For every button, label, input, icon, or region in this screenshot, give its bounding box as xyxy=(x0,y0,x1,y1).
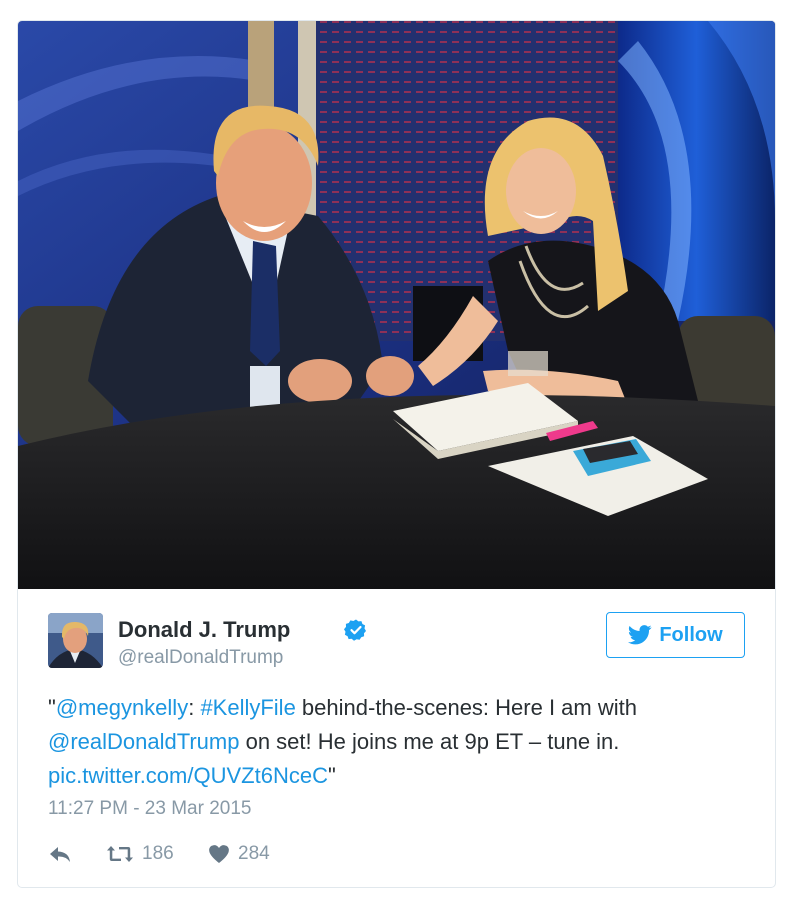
tweet-card: Donald J. Trump @realDonaldTrump Follow … xyxy=(17,20,776,888)
retweet-icon xyxy=(107,846,133,862)
quote-open: " xyxy=(48,695,56,720)
photo-image xyxy=(18,21,775,589)
retweet-button[interactable]: 186 xyxy=(106,839,174,869)
text-segment-1: behind-the-scenes: Here I am with xyxy=(295,695,637,720)
reply-button[interactable] xyxy=(48,839,72,869)
author-display-name[interactable]: Donald J. Trump xyxy=(118,617,290,643)
tweet-actions: 186 284 xyxy=(48,839,448,869)
mention-megynkelly[interactable]: @megynkelly xyxy=(56,695,188,720)
tweet-timestamp[interactable]: 11:27 PM - 23 Mar 2015 xyxy=(48,798,251,820)
text-colon: : xyxy=(188,695,201,720)
heart-icon xyxy=(209,845,229,863)
like-button[interactable]: 284 xyxy=(208,839,270,869)
follow-button[interactable]: Follow xyxy=(606,612,745,658)
text-segment-2: on set! He joins me at 9p ET – tune in. xyxy=(239,729,620,754)
mention-realdonaldtrump[interactable]: @realDonaldTrump xyxy=(48,729,239,754)
author-handle[interactable]: @realDonaldTrump xyxy=(118,647,283,669)
photo-link[interactable]: pic.twitter.com/QUVZt6NceC xyxy=(48,763,328,788)
reply-icon xyxy=(50,847,70,862)
avatar[interactable] xyxy=(48,613,103,668)
retweet-count: 186 xyxy=(142,843,174,864)
hashtag-kellyfile[interactable]: #KellyFile xyxy=(200,695,295,720)
verified-badge-icon xyxy=(344,619,366,641)
follow-button-label: Follow xyxy=(659,623,723,646)
quote-close: " xyxy=(327,763,336,788)
twitter-bird-icon xyxy=(628,625,652,645)
avatar-image xyxy=(48,613,103,668)
tweet-text: "@megynkelly: #KellyFile behind-the-scen… xyxy=(48,691,748,793)
like-count: 284 xyxy=(238,843,270,864)
tweet-photo[interactable] xyxy=(18,21,775,589)
